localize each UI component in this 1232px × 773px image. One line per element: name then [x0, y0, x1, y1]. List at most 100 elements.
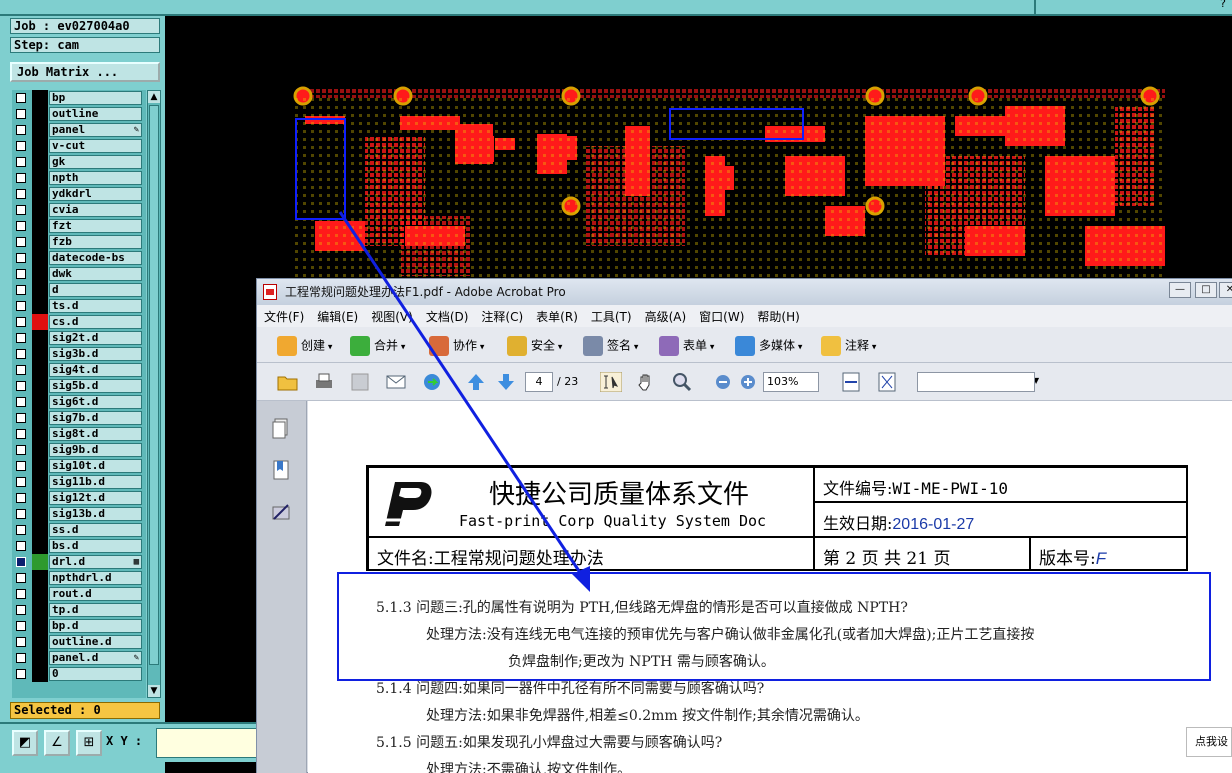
menu-item[interactable]: 窗口(W)	[692, 305, 750, 325]
layer-checkbox[interactable]	[16, 141, 26, 151]
layer-row[interactable]: v-cut	[12, 138, 146, 154]
layer-checkbox[interactable]	[16, 493, 26, 503]
layer-name[interactable]: cvia	[49, 203, 142, 217]
layer-name[interactable]: ydkdrl	[49, 187, 142, 201]
layer-row[interactable]: d	[12, 282, 146, 298]
layer-row[interactable]: npth	[12, 170, 146, 186]
layer-checkbox[interactable]	[16, 349, 26, 359]
layer-row[interactable]: bp	[12, 90, 146, 106]
layer-row[interactable]: sig13b.d	[12, 506, 146, 522]
task-button-pen[interactable]: 签名 ▾	[583, 336, 638, 356]
layer-row[interactable]: sig6t.d	[12, 394, 146, 410]
previous-page-icon[interactable]	[465, 372, 487, 392]
layer-color-swatch[interactable]	[32, 138, 48, 154]
layer-checkbox[interactable]	[16, 477, 26, 487]
layer-name[interactable]: cs.d	[49, 315, 142, 329]
menu-item[interactable]: 工具(T)	[584, 305, 638, 325]
layer-checkbox[interactable]	[16, 269, 26, 279]
layer-name[interactable]: sig9b.d	[49, 443, 142, 457]
layer-row[interactable]: bs.d	[12, 538, 146, 554]
email-icon[interactable]	[385, 372, 407, 392]
layer-name[interactable]: sig4t.d	[49, 363, 142, 377]
hand-tool-icon[interactable]	[635, 372, 657, 392]
menu-item[interactable]: 帮助(H)	[750, 305, 805, 325]
layer-row[interactable]: sig7b.d	[12, 410, 146, 426]
layer-name[interactable]: datecode-bs	[49, 251, 142, 265]
layer-name[interactable]: sig2t.d	[49, 331, 142, 345]
layer-row[interactable]: panel ✎	[12, 122, 146, 138]
layer-checkbox[interactable]	[16, 173, 26, 183]
layer-checkbox[interactable]	[16, 125, 26, 135]
layer-checkbox[interactable]	[16, 301, 26, 311]
layer-color-swatch[interactable]	[32, 410, 48, 426]
zoom-in-icon[interactable]	[737, 372, 759, 392]
layer-row[interactable]: rout.d	[12, 586, 146, 602]
task-button-collaborate[interactable]: 协作 ▾	[429, 336, 484, 356]
layer-name[interactable]: rout.d	[49, 587, 142, 601]
signatures-panel-icon[interactable]	[271, 501, 291, 523]
layer-color-swatch[interactable]	[32, 442, 48, 458]
layer-color-swatch[interactable]	[32, 426, 48, 442]
layer-row[interactable]: sig8t.d	[12, 426, 146, 442]
layer-color-swatch[interactable]	[32, 586, 48, 602]
scroll-up-icon[interactable]: ▲	[148, 91, 160, 103]
fit-page-icon[interactable]	[876, 372, 898, 392]
layer-name[interactable]: sig11b.d	[49, 475, 142, 489]
layer-name[interactable]: fzb	[49, 235, 142, 249]
close-icon[interactable]: ✕	[1219, 282, 1232, 298]
layer-row[interactable]: sig2t.d	[12, 330, 146, 346]
layer-row[interactable]: cvia	[12, 202, 146, 218]
layer-color-swatch[interactable]	[32, 538, 48, 554]
measure-icon[interactable]: ∠	[44, 730, 70, 756]
layer-row[interactable]: sig5b.d	[12, 378, 146, 394]
bookmarks-panel-icon[interactable]	[271, 459, 291, 481]
layer-name[interactable]: sig10t.d	[49, 459, 142, 473]
pcb-graphic-view[interactable]	[165, 16, 1232, 278]
layer-name[interactable]: npthdrl.d	[49, 571, 142, 585]
layer-name[interactable]: bs.d	[49, 539, 142, 553]
layer-color-swatch[interactable]	[32, 282, 48, 298]
task-button-lock[interactable]: 安全 ▾	[507, 336, 562, 356]
layer-row[interactable]: sig3b.d	[12, 346, 146, 362]
layer-name[interactable]: npth	[49, 171, 142, 185]
document-page[interactable]: 快捷公司质量体系文件 Fast-print Corp Quality Syste…	[308, 401, 1232, 773]
layer-color-swatch[interactable]	[32, 218, 48, 234]
layer-name[interactable]: sig3b.d	[49, 347, 142, 361]
layer-color-swatch[interactable]	[32, 154, 48, 170]
layer-name[interactable]: ts.d	[49, 299, 142, 313]
layer-checkbox[interactable]	[16, 589, 26, 599]
layer-color-swatch[interactable]	[32, 202, 48, 218]
layer-name[interactable]: fzt	[49, 219, 142, 233]
page-number-input[interactable]: 4	[525, 372, 553, 392]
layer-color-swatch[interactable]	[32, 650, 48, 666]
layer-checkbox[interactable]	[16, 253, 26, 263]
layer-color-swatch[interactable]	[32, 506, 48, 522]
layer-color-swatch[interactable]	[32, 90, 48, 106]
task-button-form[interactable]: 表单 ▾	[659, 336, 714, 356]
marquee-zoom-icon[interactable]	[671, 372, 693, 392]
layer-checkbox[interactable]	[16, 189, 26, 199]
layer-checkbox[interactable]	[16, 413, 26, 423]
layer-list-scrollbar[interactable]: ▲ ▼	[147, 90, 161, 698]
layer-checkbox[interactable]	[16, 573, 26, 583]
layer-checkbox[interactable]	[16, 541, 26, 551]
menu-item[interactable]: 表单(R)	[529, 305, 584, 325]
layer-checkbox[interactable]	[16, 445, 26, 455]
layer-color-swatch[interactable]	[32, 186, 48, 202]
layer-row[interactable]: ydkdrl	[12, 186, 146, 202]
layer-row[interactable]: tp.d	[12, 602, 146, 618]
layer-color-swatch[interactable]	[32, 458, 48, 474]
layer-name[interactable]: drl.d ▦	[49, 555, 142, 569]
layer-row[interactable]: sig4t.d	[12, 362, 146, 378]
layer-color-swatch[interactable]	[32, 122, 48, 138]
zoom-out-icon[interactable]	[712, 372, 734, 392]
zoom-level-input[interactable]: 103%	[763, 372, 819, 392]
layer-row[interactable]: ts.d	[12, 298, 146, 314]
task-button-multimedia[interactable]: 多媒体 ▾	[735, 336, 802, 356]
layer-checkbox[interactable]	[16, 157, 26, 167]
popup-hint[interactable]: 点我设	[1186, 727, 1232, 757]
grid-icon[interactable]: ⊞	[76, 730, 102, 756]
scroll-thumb[interactable]	[149, 105, 159, 665]
layer-checkbox[interactable]	[16, 557, 26, 567]
layer-name[interactable]: sig5b.d	[49, 379, 142, 393]
